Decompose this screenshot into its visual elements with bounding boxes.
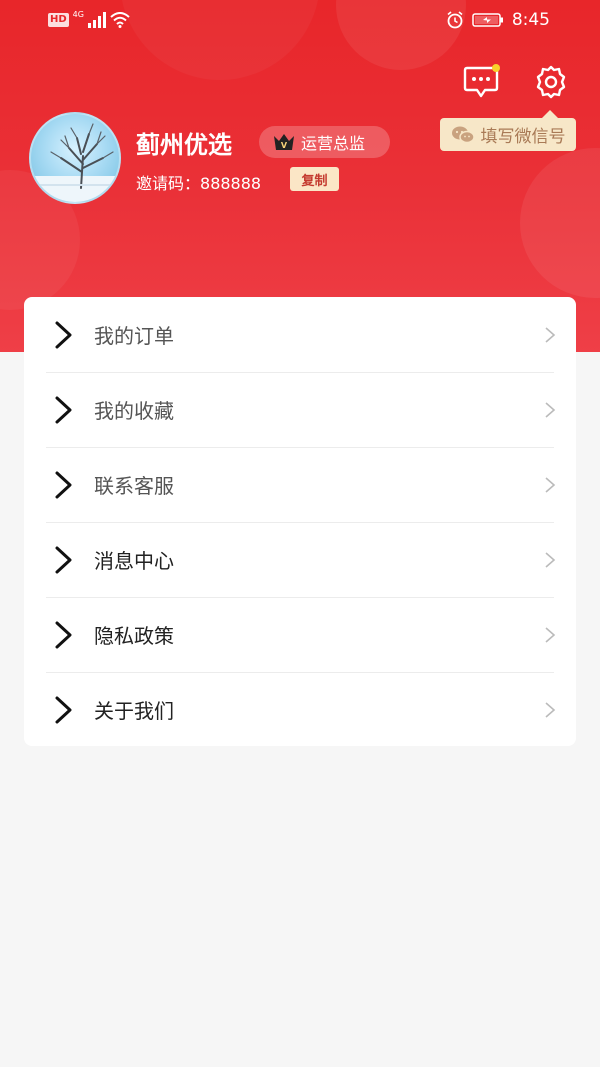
decorative-circle [520, 148, 600, 298]
hd-badge: HD [48, 13, 69, 27]
signal-icon [87, 12, 106, 28]
svg-text:V: V [281, 141, 288, 150]
user-name: 蓟州优选 [136, 131, 232, 159]
gear-icon [536, 65, 566, 99]
wechat-icon [451, 126, 475, 143]
menu-item-label: 隐私政策 [94, 624, 174, 648]
chevron-right-icon [55, 471, 72, 499]
menu-item-favorites[interactable]: 我的收藏 [24, 372, 576, 447]
tooltip-text: 填写微信号 [480, 127, 566, 147]
status-bar: HD 4G 8:45 [0, 0, 600, 44]
menu-item-messages[interactable]: 消息中心 [24, 522, 576, 597]
arrow-right-icon [545, 552, 556, 568]
role-badge: V 运营总监 [259, 126, 390, 158]
arrow-right-icon [545, 477, 556, 493]
invite-code: 888888 [200, 174, 262, 193]
chevron-right-icon [55, 546, 72, 574]
arrow-right-icon [545, 627, 556, 643]
menu-item-label: 关于我们 [94, 699, 174, 723]
chevron-right-icon [55, 696, 72, 724]
alarm-icon [447, 11, 463, 29]
fill-wechat-tooltip[interactable]: 填写微信号 [440, 110, 576, 151]
settings-button[interactable] [531, 62, 571, 102]
menu-item-orders[interactable]: 我的订单 [24, 297, 576, 372]
network-type: 4G [72, 10, 84, 19]
chevron-right-icon [55, 396, 72, 424]
arrow-right-icon [545, 702, 556, 718]
role-label: 运营总监 [301, 134, 366, 153]
status-time: 8:45 [511, 10, 550, 30]
menu-item-label: 我的收藏 [94, 399, 174, 423]
notification-dot [492, 64, 500, 72]
battery-icon [472, 13, 503, 27]
arrow-right-icon [545, 327, 556, 343]
invite-code-row: 邀请码：888888 [136, 170, 261, 194]
menu-item-label: 我的订单 [94, 324, 174, 348]
menu-item-label: 消息中心 [94, 549, 174, 573]
wifi-icon [110, 12, 130, 28]
menu-item-privacy-policy[interactable]: 隐私政策 [24, 597, 576, 672]
menu-item-label: 联系客服 [94, 474, 174, 498]
arrow-right-icon [545, 402, 556, 418]
avatar[interactable] [29, 112, 121, 204]
messages-button[interactable] [461, 62, 501, 102]
tree-avatar-image [31, 123, 119, 202]
copy-button[interactable]: 复制 [290, 167, 339, 191]
chevron-right-icon [55, 621, 72, 649]
chevron-right-icon [55, 321, 72, 349]
invite-label: 邀请码： [136, 174, 201, 193]
menu-item-about-us[interactable]: 关于我们 [24, 672, 576, 746]
menu-item-customer-service[interactable]: 联系客服 [24, 447, 576, 522]
menu-list: 我的订单 我的收藏 联系客服 消息中心 隐私政策 关于我们 [24, 297, 576, 746]
crown-icon: V [274, 134, 294, 150]
